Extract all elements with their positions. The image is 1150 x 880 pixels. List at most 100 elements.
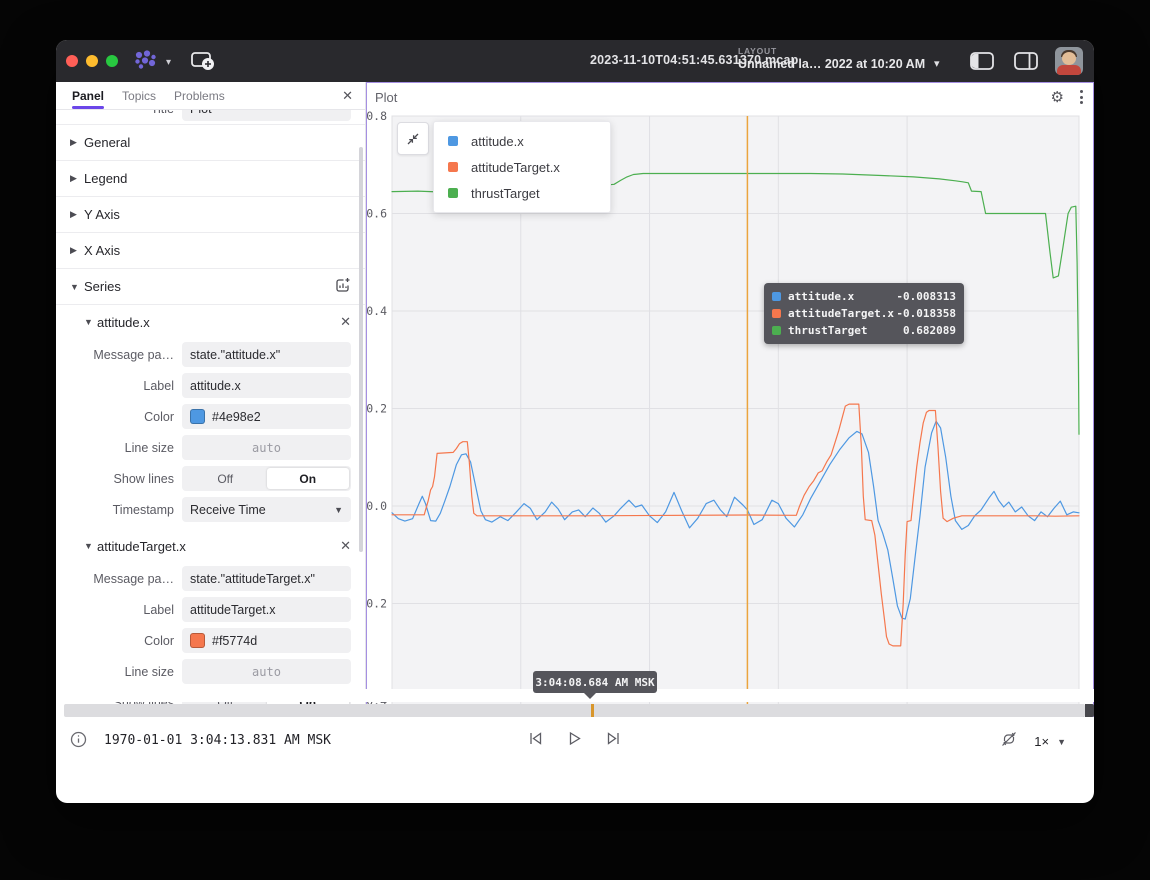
play-button[interactable] xyxy=(565,729,584,753)
label-label: Label xyxy=(56,379,174,393)
playback-controls xyxy=(526,729,623,753)
tooltip-value: -0.008313 xyxy=(896,290,956,303)
svg-text:-0.2: -0.2 xyxy=(367,597,387,611)
line-size-input[interactable]: auto xyxy=(182,435,351,460)
section-x-axis[interactable]: ▶ X Axis xyxy=(56,233,365,269)
svg-text:0.8: 0.8 xyxy=(367,111,387,123)
layout-label: LAYOUT xyxy=(738,46,925,56)
show-lines-off[interactable]: Off xyxy=(184,468,267,489)
tab-panel[interactable]: Panel xyxy=(72,82,104,109)
scrubber-end-cap xyxy=(1085,704,1094,717)
add-panel-icon[interactable] xyxy=(190,50,216,77)
color-input[interactable]: #f5774d xyxy=(182,628,351,653)
chevron-down-icon: ▼ xyxy=(84,541,97,551)
add-series-icon[interactable] xyxy=(335,277,351,296)
color-swatch xyxy=(190,633,205,648)
tab-problems[interactable]: Problems xyxy=(174,82,225,109)
label-input[interactable]: attitudeTarget.x xyxy=(182,597,351,622)
section-y-axis[interactable]: ▶ Y Axis xyxy=(56,197,365,233)
label-input[interactable]: attitude.x xyxy=(182,373,351,398)
tab-topics[interactable]: Topics xyxy=(122,82,156,109)
svg-text:0.2: 0.2 xyxy=(367,402,387,416)
gear-icon[interactable]: ⚙ xyxy=(1051,90,1064,105)
delete-series-icon[interactable]: ✕ xyxy=(340,314,351,330)
series-color-swatch xyxy=(448,188,458,198)
series-color-swatch xyxy=(772,292,781,301)
message-path-input[interactable]: state."attitude.x" xyxy=(182,342,351,367)
legend-item-attitude-x[interactable]: attitude.x xyxy=(434,128,610,154)
chevron-down-icon: ▼ xyxy=(70,282,84,292)
series-color-swatch xyxy=(448,162,458,172)
seek-forward-button[interactable] xyxy=(604,729,623,753)
chevron-right-icon: ▶ xyxy=(70,137,84,148)
color-swatch xyxy=(190,409,205,424)
sidebar-tabbar: Panel Topics Problems ✕ xyxy=(56,82,365,110)
svg-text:0.6: 0.6 xyxy=(367,207,387,221)
legend-item-attitudetarget-x[interactable]: attitudeTarget.x xyxy=(434,154,610,180)
timestamp-select[interactable]: Receive Time ▼ xyxy=(182,497,351,522)
main-area: Panel Topics Problems ✕ Title Plot ▶ Gen… xyxy=(56,82,1094,731)
series-header-attitudetarget-x[interactable]: ▼ attitudeTarget.x ✕ xyxy=(56,529,365,563)
hover-tooltip: attitude.x -0.008313 attitudeTarget.x -0… xyxy=(764,283,964,344)
svg-text:0.4: 0.4 xyxy=(367,304,387,318)
user-avatar[interactable] xyxy=(1055,47,1083,75)
timestamp-label: Timestamp xyxy=(56,503,174,517)
data-source-chevron-icon[interactable]: ▾ xyxy=(166,57,171,68)
playback-speed-select[interactable]: 1× ▼ xyxy=(1034,734,1066,749)
tooltip-value: 0.682089 xyxy=(903,324,956,337)
close-window-button[interactable] xyxy=(66,55,78,67)
playback-bar: 1970-01-01 3:04:13.831 AM MSK xyxy=(56,717,1094,763)
toggle-right-sidebar-icon[interactable] xyxy=(1014,52,1038,75)
series-header-attitude-x[interactable]: ▼ attitude.x ✕ xyxy=(56,305,365,339)
plot-panel-header: Plot ⚙ xyxy=(367,83,1093,111)
section-legend[interactable]: ▶ Legend xyxy=(56,161,365,197)
show-lines-label: Show lines xyxy=(56,472,174,486)
playback-scrubber[interactable] xyxy=(64,704,1085,717)
layout-selector[interactable]: LAYOUT Unnamed la… 2022 at 10:20 AM xyxy=(738,46,925,71)
label-label: Label xyxy=(56,603,174,617)
svg-text:0.0: 0.0 xyxy=(367,499,387,513)
message-path-input[interactable]: state."attitudeTarget.x" xyxy=(182,566,351,591)
info-icon[interactable] xyxy=(70,731,87,753)
collapse-legend-button[interactable] xyxy=(397,122,429,155)
chevron-down-icon: ▼ xyxy=(1057,737,1066,747)
maximize-window-button[interactable] xyxy=(106,55,118,67)
toggle-left-sidebar-icon[interactable] xyxy=(970,52,994,75)
line-size-input[interactable]: auto xyxy=(182,659,351,684)
minimize-window-button[interactable] xyxy=(86,55,98,67)
plot-panel: Plot ⚙ 0.80.60.40.20.0-0.2-0.40.00246810… xyxy=(366,82,1094,731)
line-size-label: Line size xyxy=(56,441,174,455)
chevron-down-icon: ▼ xyxy=(84,317,97,327)
title-field-input[interactable]: Plot xyxy=(182,110,351,121)
line-size-label: Line size xyxy=(56,665,174,679)
series-color-swatch xyxy=(772,326,781,335)
playhead-marker[interactable] xyxy=(591,704,594,717)
show-lines-toggle: Off On xyxy=(182,466,351,491)
color-label: Color xyxy=(56,634,174,648)
chevron-right-icon: ▶ xyxy=(70,245,84,256)
title-row-clipped: Title Plot xyxy=(56,110,365,124)
tooltip-value: -0.018358 xyxy=(896,307,956,320)
message-path-label: Message pa… xyxy=(56,572,174,586)
plot-legend: attitude.x attitudeTarget.x thrustTarget xyxy=(433,121,611,213)
kebab-menu-icon[interactable] xyxy=(1078,88,1085,106)
collapse-arrows-icon xyxy=(406,132,420,146)
titlebar: ▾ 2023-11-10T04:51:45.631370.mcap LAYOUT… xyxy=(56,40,1094,82)
loop-disabled-icon[interactable] xyxy=(1000,730,1018,753)
close-sidebar-icon[interactable]: ✕ xyxy=(342,88,353,104)
delete-series-icon[interactable]: ✕ xyxy=(340,538,351,554)
legend-item-thrusttarget[interactable]: thrustTarget xyxy=(434,180,610,206)
color-input[interactable]: #4e98e2 xyxy=(182,404,351,429)
message-path-label: Message pa… xyxy=(56,348,174,362)
section-series[interactable]: ▼ Series xyxy=(56,269,365,305)
section-general[interactable]: ▶ General xyxy=(56,125,365,161)
chevron-right-icon: ▶ xyxy=(70,209,84,220)
layout-name: Unnamed la… 2022 at 10:20 AM xyxy=(738,57,925,71)
sidebar-scrollbar[interactable] xyxy=(359,147,363,552)
seek-backward-button[interactable] xyxy=(526,729,545,753)
foxglove-logo[interactable] xyxy=(132,50,162,75)
layout-chevron-icon[interactable]: ▾ xyxy=(934,57,940,70)
show-lines-on[interactable]: On xyxy=(267,468,350,489)
scrubber-time-tooltip: 3:04:08.684 AM MSK xyxy=(533,671,657,693)
title-field-label: Title xyxy=(56,110,174,116)
